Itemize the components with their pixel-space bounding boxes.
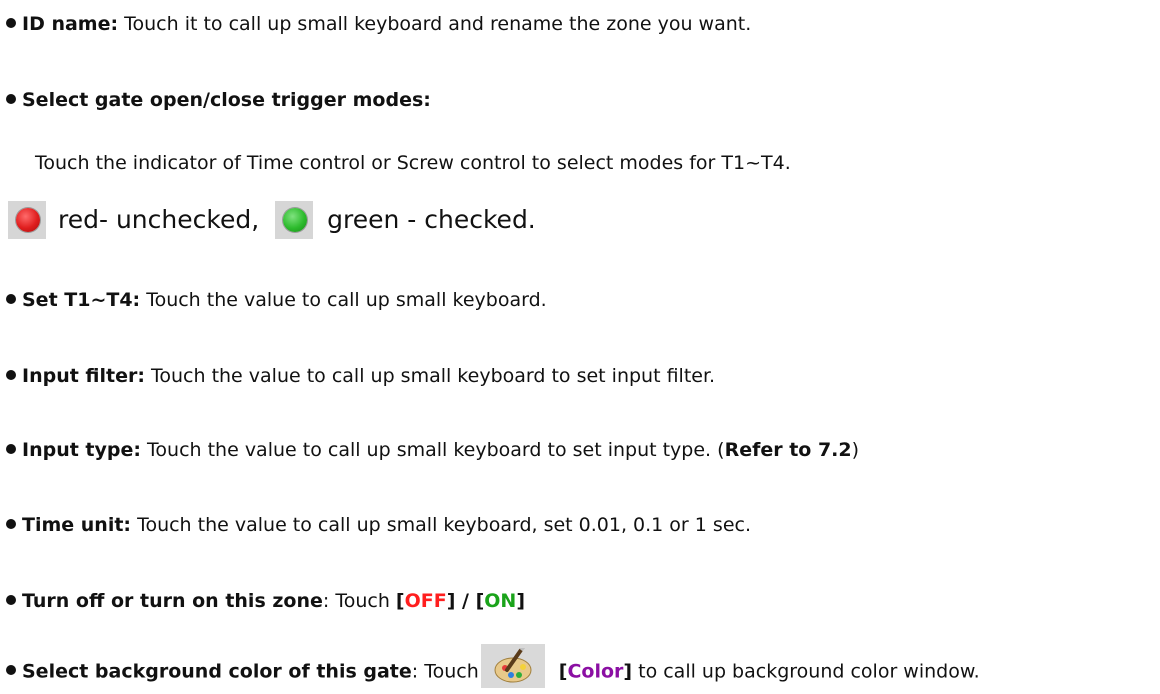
indicator-legend: red- unchecked, green - checked. — [8, 200, 536, 240]
palette-icon — [480, 644, 545, 688]
input-filter-label: Input filter: — [22, 365, 145, 387]
color-text: Color — [567, 660, 624, 683]
input-type-reference: Refer to 7.2 — [724, 439, 852, 461]
input-type-close: ) — [851, 439, 860, 461]
bullet-icon — [6, 17, 16, 28]
bullet-icon — [6, 369, 16, 380]
bullet-icon — [6, 293, 16, 304]
input-type-text: Touch the value to call up small keyboar… — [140, 439, 725, 461]
item-background-color: Select background color of this gate: To… — [6, 644, 980, 694]
item-time-unit: Time unit: Touch the value to call up sm… — [6, 512, 751, 538]
time-unit-label: Time unit: — [22, 514, 132, 536]
time-unit-text: Touch the value to call up small keyboar… — [131, 514, 751, 536]
bullet-icon — [6, 518, 16, 529]
set-t-label: Set T1~T4: — [22, 289, 141, 311]
id-name-text: Touch it to call up small keyboard and r… — [118, 13, 752, 35]
bracket-separator: ] / [ — [446, 590, 485, 612]
id-name-label: ID name: — [22, 13, 119, 35]
item-id-name: ID name: Touch it to call up small keybo… — [6, 11, 751, 37]
green-indicator-text: green - checked. — [327, 205, 536, 234]
bg-color-label: Select background color of this gate — [22, 660, 412, 683]
off-text: OFF — [404, 590, 447, 612]
bullet-icon — [6, 594, 16, 605]
item-input-filter: Input filter: Touch the value to call up… — [6, 363, 715, 389]
zone-toggle-label: Turn off or turn on this zone — [22, 590, 323, 612]
bg-color-text: : Touch — [411, 660, 479, 683]
bg-color-tail: to call up background color window. — [632, 660, 980, 683]
set-t-text: Touch the value to call up small keyboar… — [140, 289, 547, 311]
trigger-modes-description: Touch the indicator of Time control or S… — [35, 152, 791, 174]
item-input-type: Input type: Touch the value to call up s… — [6, 437, 859, 463]
trigger-modes-label: Select gate open/close trigger modes: — [22, 89, 431, 111]
red-indicator-icon — [8, 201, 46, 239]
item-trigger-modes: Select gate open/close trigger modes: — [6, 87, 431, 113]
on-text: ON — [484, 590, 517, 612]
bullet-icon — [6, 665, 16, 675]
document-page: ID name: Touch it to call up small keybo… — [0, 0, 1160, 688]
input-filter-text: Touch the value to call up small keyboar… — [144, 365, 716, 387]
item-zone-toggle: Turn off or turn on this zone: Touch [OF… — [6, 588, 525, 614]
bullet-icon — [6, 443, 16, 454]
red-indicator-text: red- unchecked, — [58, 205, 260, 234]
green-indicator-icon — [275, 201, 314, 239]
input-type-label: Input type: — [22, 439, 141, 461]
bullet-icon — [6, 93, 16, 104]
bracket-close: ] — [623, 660, 633, 683]
item-set-t: Set T1~T4: Touch the value to call up sm… — [6, 287, 547, 313]
zone-toggle-text: : Touch — [322, 590, 396, 612]
bracket-open: [ — [395, 590, 405, 612]
bracket-close: ] — [516, 590, 526, 612]
